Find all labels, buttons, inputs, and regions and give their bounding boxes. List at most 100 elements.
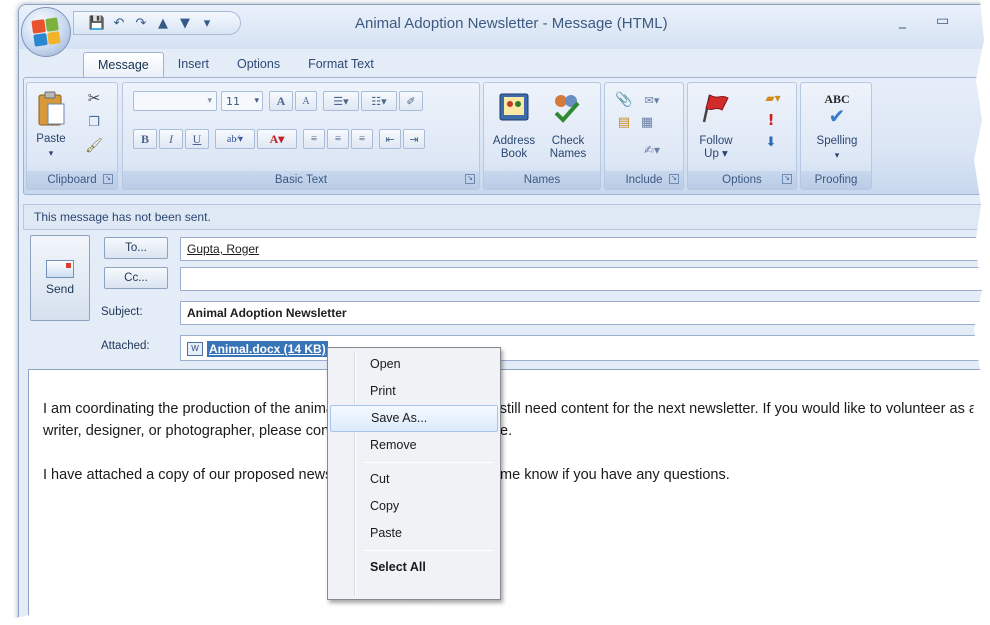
check-names-icon[interactable] <box>548 89 584 125</box>
calendar-icon[interactable]: ▦ <box>637 113 657 131</box>
high-importance-icon[interactable]: ! <box>762 111 780 129</box>
align-right-icon[interactable]: ≡ <box>351 129 373 149</box>
window-controls: _ ▭ <box>899 13 949 29</box>
body-paragraph: I have attached a copy of our proposed n… <box>43 467 730 483</box>
undo-icon[interactable]: ↶ <box>110 16 128 31</box>
clear-formatting-icon[interactable]: ✐ <box>399 91 423 111</box>
maximize-button[interactable]: ▭ <box>936 13 949 29</box>
italic-button[interactable]: I <box>159 129 183 149</box>
cc-button[interactable]: Cc... <box>104 267 168 289</box>
clipboard-group-label: Clipboard ↘ <box>27 171 117 189</box>
options-group: Follow Up ▾ ▰▾ ! ⬇ Options ↘ <box>687 82 797 190</box>
cc-field[interactable] <box>180 267 990 291</box>
customize-icon[interactable]: ▾ <box>198 16 216 31</box>
basic-text-group: ▾ 11 ▾ A A ☰▾ ☷▾ ✐ B I U ab⁄▾ A▾ ≡ ≡ ≡ ⇤ … <box>122 82 480 190</box>
office-logo-icon <box>31 17 61 47</box>
spelling-check-icon[interactable]: ABC ✔ <box>815 89 859 127</box>
dialog-launcher-icon[interactable]: ↘ <box>782 174 792 184</box>
subject-label: Subject: <box>101 306 143 318</box>
include-group-label: Include ↘ <box>605 171 683 189</box>
names-group: Address Book Check Names Names <box>483 82 601 190</box>
send-label: Send <box>45 282 75 296</box>
send-icon <box>46 260 74 278</box>
paste-icon[interactable] <box>33 89 69 129</box>
up-arrow-icon[interactable]: ▲ <box>154 16 172 31</box>
highlight-color-icon[interactable]: ab⁄▾ <box>215 129 255 149</box>
tab-message[interactable]: Message <box>83 52 164 78</box>
proofing-group-label: Proofing <box>801 171 871 189</box>
menu-item-cut[interactable]: Cut <box>330 466 498 493</box>
font-size-dropdown[interactable]: 11 ▾ <box>221 91 263 111</box>
down-arrow-icon[interactable]: ▼ <box>176 16 194 31</box>
dialog-launcher-icon[interactable]: ↘ <box>103 174 113 184</box>
cut-icon[interactable]: ✂ <box>83 87 105 109</box>
decrease-indent-icon[interactable]: ⇤ <box>379 129 401 149</box>
names-group-label: Names <box>484 171 600 189</box>
menu-separator <box>364 550 494 551</box>
menu-item-print[interactable]: Print <box>330 378 498 405</box>
follow-up-button[interactable]: Follow Up ▾ <box>692 135 740 161</box>
attach-item-icon[interactable]: ✉▾ <box>637 91 667 109</box>
align-center-icon[interactable]: ≡ <box>327 129 349 149</box>
minimize-button[interactable]: _ <box>899 13 906 29</box>
categorize-icon[interactable]: ▰▾ <box>760 89 786 107</box>
tab-format-text[interactable]: Format Text <box>294 52 388 78</box>
menu-item-open[interactable]: Open <box>330 351 498 378</box>
business-card-icon[interactable]: ▤ <box>615 113 633 131</box>
copy-icon[interactable]: ❐ <box>83 111 105 133</box>
signature-icon[interactable]: ✍▾ <box>637 141 667 159</box>
bullets-button[interactable]: ☰▾ <box>323 91 359 111</box>
options-group-label: Options ↘ <box>688 171 796 189</box>
format-painter-icon[interactable]: 🖌 <box>83 135 105 157</box>
follow-up-flag-icon[interactable] <box>698 91 732 125</box>
underline-button[interactable]: U <box>185 129 209 149</box>
window-title: Animal Adoption Newsletter - Message (HT… <box>355 15 668 32</box>
outlook-message-window: 💾 ↶ ↷ ▲ ▼ ▾ Animal Adoption Newsletter -… <box>18 4 990 625</box>
paste-button[interactable]: Paste <box>31 133 71 146</box>
menu-item-copy[interactable]: Copy <box>330 493 498 520</box>
attach-file-icon[interactable]: 📎 <box>615 91 633 109</box>
send-button[interactable]: Send <box>30 235 90 321</box>
dialog-launcher-icon[interactable]: ↘ <box>465 174 475 184</box>
tab-options[interactable]: Options <box>223 52 294 78</box>
low-importance-icon[interactable]: ⬇ <box>762 133 780 151</box>
proofing-group: ABC ✔ Spelling ▾ Proofing <box>800 82 872 190</box>
menu-item-remove[interactable]: Remove <box>330 432 498 459</box>
address-book-icon[interactable] <box>496 89 532 125</box>
redo-icon[interactable]: ↷ <box>132 16 150 31</box>
save-icon[interactable]: 💾 <box>88 16 106 31</box>
dialog-launcher-icon[interactable]: ↘ <box>669 174 679 184</box>
font-name-dropdown[interactable]: ▾ <box>133 91 217 111</box>
paste-dropdown-arrow-icon[interactable]: ▾ <box>31 147 71 160</box>
title-bar: 💾 ↶ ↷ ▲ ▼ ▾ Animal Adoption Newsletter -… <box>19 5 990 49</box>
menu-separator <box>364 462 494 463</box>
attached-field: W Animal.docx (14 KB) <box>180 335 990 361</box>
tab-insert[interactable]: Insert <box>164 52 223 78</box>
word-document-icon: W <box>187 342 203 356</box>
menu-item-select-all[interactable]: Select All <box>330 554 498 581</box>
office-button[interactable] <box>21 7 71 57</box>
spelling-button[interactable]: Spelling <box>803 135 871 148</box>
quick-access-toolbar: 💾 ↶ ↷ ▲ ▼ ▾ <box>73 11 241 35</box>
increase-indent-icon[interactable]: ⇥ <box>403 129 425 149</box>
bold-button[interactable]: B <box>133 129 157 149</box>
attachment-item[interactable]: W Animal.docx (14 KB) <box>187 341 328 357</box>
attachment-name[interactable]: Animal.docx (14 KB) <box>207 341 328 357</box>
subject-field[interactable]: Animal Adoption Newsletter <box>180 301 990 325</box>
font-color-icon[interactable]: A▾ <box>257 129 297 149</box>
grow-font-button[interactable]: A <box>269 91 293 111</box>
body-paragraph: I am coordinating the production of the … <box>43 401 977 439</box>
numbering-button[interactable]: ☷▾ <box>361 91 397 111</box>
spelling-dropdown-arrow-icon[interactable]: ▾ <box>803 149 871 162</box>
address-book-button[interactable]: Address Book <box>488 135 540 161</box>
to-field[interactable]: Gupta, Roger <box>180 237 990 261</box>
ribbon: Paste ▾ ✂ ❐ 🖌 Clipboard ↘ ▾ 11 ▾ A A ☰▾ ☷… <box>23 77 990 195</box>
align-left-icon[interactable]: ≡ <box>303 129 325 149</box>
menu-item-save-as[interactable]: Save As... <box>330 405 498 432</box>
shrink-font-button[interactable]: A <box>295 91 317 111</box>
message-body[interactable]: I am coordinating the production of the … <box>28 369 990 625</box>
menu-item-paste[interactable]: Paste <box>330 520 498 547</box>
to-button[interactable]: To... <box>104 237 168 259</box>
screenshot-stage: 💾 ↶ ↷ ▲ ▼ ▾ Animal Adoption Newsletter -… <box>0 0 990 625</box>
check-names-button[interactable]: Check Names <box>542 135 594 161</box>
